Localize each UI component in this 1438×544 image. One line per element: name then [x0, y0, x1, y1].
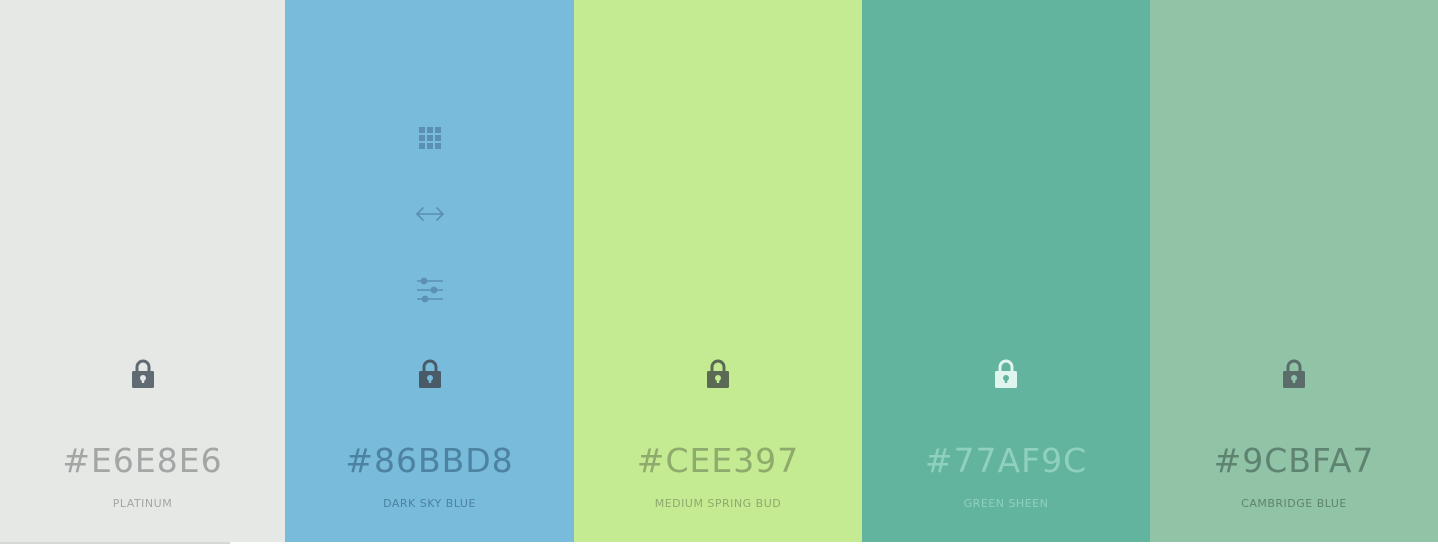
sliders-icon	[416, 277, 443, 303]
hex-code[interactable]: #CEE397	[574, 440, 862, 482]
color-swatch-cambridge-blue[interactable]: #9CBFA7 CAMBRIDGE BLUE	[1150, 0, 1438, 542]
color-name: DARK SKY BLUE	[383, 497, 476, 510]
hex-code[interactable]: #9CBFA7	[1150, 440, 1438, 482]
view-shades-button[interactable]	[410, 118, 450, 158]
color-swatch-green-sheen[interactable]: #77AF9C GREEN SHEEN	[862, 0, 1150, 542]
lock-icon	[707, 359, 729, 388]
lock-icon	[1283, 359, 1305, 388]
color-swatch-dark-sky-blue[interactable]: #86BBD8 DARK SKY BLUE	[285, 0, 574, 542]
hex-code[interactable]: #77AF9C	[862, 440, 1150, 482]
swatch-tools	[285, 118, 574, 346]
color-name: MEDIUM SPRING BUD	[654, 497, 782, 510]
color-swatch-platinum[interactable]: #E6E8E6 PLATINUM	[0, 0, 285, 542]
lock-icon	[995, 359, 1017, 388]
drag-button[interactable]	[410, 194, 450, 234]
color-name: PLATINUM	[112, 497, 173, 510]
color-name: CAMBRIDGE BLUE	[1241, 497, 1347, 510]
drag-arrows-icon	[415, 207, 444, 221]
grid-icon	[418, 127, 441, 149]
color-palette: #E6E8E6 PLATINUM #86BBD8 DARK SKY BLUE #…	[0, 0, 1438, 542]
lock-toggle-button[interactable]	[698, 354, 738, 394]
lock-toggle-button[interactable]	[986, 354, 1026, 394]
adjust-button[interactable]	[410, 270, 450, 310]
lock-icon	[418, 359, 441, 388]
hex-code[interactable]: #86BBD8	[285, 440, 574, 482]
color-swatch-medium-spring-bud[interactable]: #CEE397 MEDIUM SPRING BUD	[574, 0, 862, 542]
color-name: GREEN SHEEN	[963, 497, 1049, 510]
lock-icon	[131, 359, 154, 388]
hex-code[interactable]: #E6E8E6	[0, 440, 285, 482]
lock-toggle-button[interactable]	[123, 354, 163, 394]
lock-toggle-button[interactable]	[1274, 354, 1314, 394]
lock-toggle-button[interactable]	[410, 354, 450, 394]
